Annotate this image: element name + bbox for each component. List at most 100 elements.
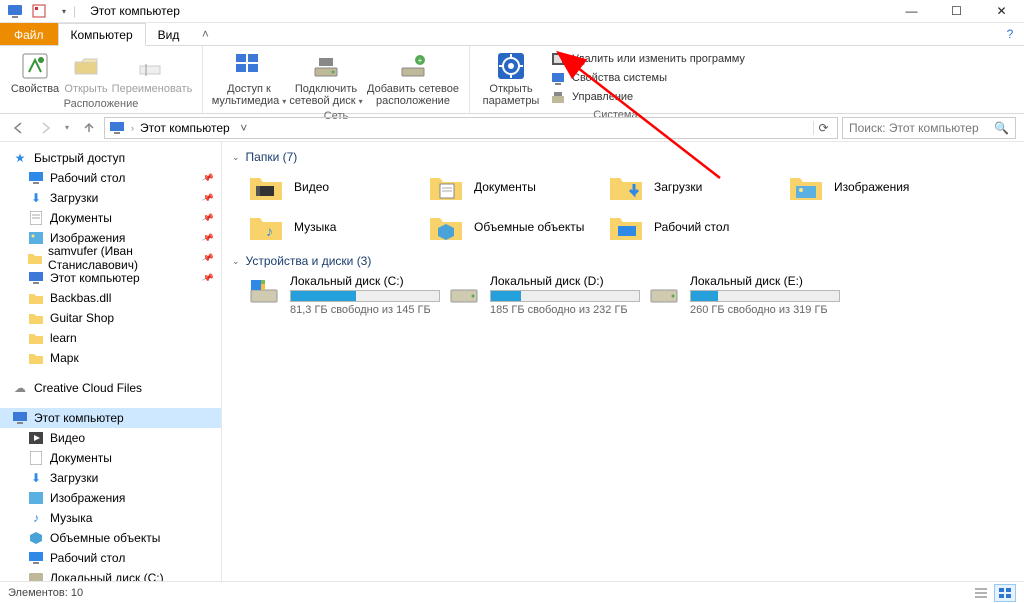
sidebar-downloads2[interactable]: ⬇Загрузки (0, 468, 221, 488)
tab-file[interactable]: Файл (0, 23, 58, 45)
svg-text:♪: ♪ (266, 223, 273, 239)
media-access-button[interactable]: Доступ к мультимедиа ▾ (211, 48, 287, 108)
sidebar-pictures2[interactable]: Изображения (0, 488, 221, 508)
drive-d[interactable]: Локальный диск (D:) 185 ГБ свободно из 2… (448, 274, 648, 316)
refresh-button[interactable]: ⟳ (813, 121, 833, 135)
pictures-icon (28, 490, 44, 506)
address-dropdown-icon[interactable]: ˅ (236, 121, 252, 135)
add-network-location-button[interactable]: + Добавить сетевое расположение (365, 48, 461, 107)
sidebar-learn[interactable]: learn (0, 328, 221, 348)
statusbar: Элементов: 10 (0, 581, 1024, 603)
drives-section-header[interactable]: ⌄ Устройства и диски (3) (232, 254, 1014, 268)
sidebar-this-pc[interactable]: Этот компьютер (0, 408, 221, 428)
search-input[interactable]: Поиск: Этот компьютер 🔍 (842, 117, 1016, 139)
ribbon-collapse-icon[interactable]: ˄ (191, 23, 219, 45)
sidebar-desktop[interactable]: Рабочий стол📌 (0, 168, 221, 188)
desktop-icon (28, 550, 44, 566)
video-icon (28, 430, 44, 446)
sidebar-downloads[interactable]: ⬇Загрузки📌 (0, 188, 221, 208)
drive-c[interactable]: Локальный диск (C:) 81,3 ГБ свободно из … (248, 274, 448, 316)
folder-downloads[interactable]: Загрузки (608, 170, 788, 204)
cloud-icon: ☁ (12, 380, 28, 396)
properties-button[interactable]: Свойства (8, 48, 62, 95)
close-button[interactable]: ✕ (979, 0, 1024, 23)
sidebar-this-pc-pin[interactable]: Этот компьютер📌 (0, 268, 221, 288)
minimize-button[interactable]: — (889, 0, 934, 23)
sidebar-guitar[interactable]: Guitar Shop (0, 308, 221, 328)
folder-icon (28, 310, 44, 326)
window-title: Этот компьютер (90, 4, 180, 18)
system-properties-button[interactable]: Свойства системы (546, 69, 749, 87)
tab-computer[interactable]: Компьютер (58, 23, 146, 46)
folder-objects3d[interactable]: Объемные объекты (428, 210, 608, 244)
folder-icon (28, 330, 44, 346)
folder-music[interactable]: ♪Музыка (248, 210, 428, 244)
app-icon (4, 0, 26, 22)
nav-forward-button[interactable] (34, 117, 56, 139)
nav-history-dropdown[interactable]: ▾ (60, 117, 74, 139)
qat-dropdown-icon[interactable]: ▾ (59, 7, 69, 16)
drive-icon (248, 274, 280, 314)
sidebar-disk-c[interactable]: Локальный диск (C:) (0, 568, 221, 581)
documents-folder-icon (428, 170, 464, 204)
maximize-button[interactable]: ☐ (934, 0, 979, 23)
sidebar-quick-access[interactable]: ★ Быстрый доступ (0, 148, 221, 168)
sidebar-ccf[interactable]: ☁Creative Cloud Files (0, 378, 221, 398)
downloads-icon: ⬇ (28, 470, 44, 486)
ribbon-group-location: Свойства Открыть Переименовать Расположе… (0, 46, 203, 113)
address-bar[interactable]: › Этот компьютер ˅ ⟳ (104, 117, 838, 139)
pin-icon: 📌 (200, 251, 214, 265)
sidebar: ★ Быстрый доступ Рабочий стол📌 ⬇Загрузки… (0, 142, 222, 581)
folder-icon (28, 250, 42, 266)
folder-desktop[interactable]: Рабочий стол (608, 210, 788, 244)
help-icon[interactable]: ? (996, 23, 1024, 45)
ribbon: Свойства Открыть Переименовать Расположе… (0, 46, 1024, 114)
sidebar-mark[interactable]: Марк (0, 348, 221, 368)
view-icons-button[interactable] (994, 584, 1016, 602)
sidebar-samvufer[interactable]: samvufer (Иван Станиславович)📌 (0, 248, 221, 268)
sidebar-objects3d[interactable]: Объемные объекты (0, 528, 221, 548)
folder-documents[interactable]: Документы (428, 170, 608, 204)
view-details-button[interactable] (970, 584, 992, 602)
qat-properties-icon[interactable] (28, 0, 50, 22)
objects3d-folder-icon (428, 210, 464, 244)
nav-up-button[interactable] (78, 117, 100, 139)
tab-view[interactable]: Вид (146, 23, 192, 45)
folder-pictures[interactable]: Изображения (788, 170, 968, 204)
pin-icon: 📌 (200, 171, 214, 185)
sidebar-backbas[interactable]: Backbas.dll (0, 288, 221, 308)
rename-button: Переименовать (110, 48, 194, 95)
drive-e[interactable]: Локальный диск (E:) 260 ГБ свободно из 3… (648, 274, 848, 316)
drive-e-fill (691, 291, 718, 301)
sidebar-desktop2[interactable]: Рабочий стол (0, 548, 221, 568)
map-drive-button[interactable]: Подключить сетевой диск ▾ (287, 48, 365, 108)
folder-video[interactable]: Видео (248, 170, 428, 204)
sidebar-documents[interactable]: Документы📌 (0, 208, 221, 228)
breadcrumb-this-pc[interactable]: Этот компьютер (140, 121, 230, 135)
search-icon[interactable]: 🔍 (994, 121, 1009, 135)
this-pc-icon (109, 121, 125, 135)
ribbon-tabs: Файл Компьютер Вид ˄ ? (0, 23, 1024, 46)
sidebar-documents2[interactable]: Документы (0, 448, 221, 468)
video-folder-icon (248, 170, 284, 204)
chevron-down-icon: ⌄ (232, 256, 240, 267)
pin-icon: 📌 (200, 211, 214, 225)
drive-d-fill (491, 291, 521, 301)
nav-back-button[interactable] (8, 117, 30, 139)
music-folder-icon: ♪ (248, 210, 284, 244)
manage-button[interactable]: Управление (546, 88, 749, 106)
uninstall-programs-button[interactable]: Удалить или изменить программу (546, 50, 749, 68)
downloads-icon: ⬇ (28, 190, 44, 206)
ribbon-group-network: Доступ к мультимедиа ▾ Подключить сетево… (203, 46, 470, 113)
status-elements-count: Элементов: 10 (8, 587, 83, 599)
folder-icon (28, 350, 44, 366)
sidebar-music[interactable]: ♪Музыка (0, 508, 221, 528)
sidebar-video[interactable]: Видео (0, 428, 221, 448)
chevron-right-icon[interactable]: › (131, 123, 134, 133)
drive-c-fill (291, 291, 356, 301)
open-settings-button[interactable]: Открыть параметры (478, 48, 544, 107)
titlebar: ▾ | Этот компьютер — ☐ ✕ (0, 0, 1024, 23)
documents-icon (28, 210, 44, 226)
folders-section-header[interactable]: ⌄ Папки (7) (232, 150, 1014, 164)
ribbon-group-system: Открыть параметры Удалить или изменить п… (470, 46, 761, 113)
